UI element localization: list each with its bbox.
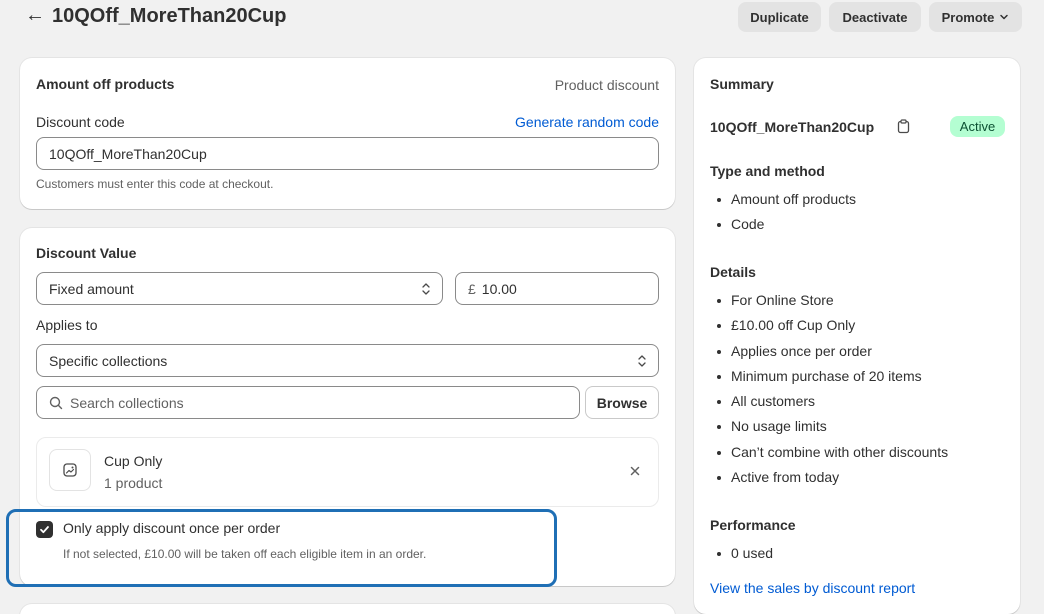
deactivate-button[interactable]: Deactivate [829,2,921,32]
discount-code-label: Discount code [36,114,125,130]
search-placeholder: Search collections [70,394,184,411]
type-method-heading: Type and method [710,163,825,179]
summary-code: 10QOff_MoreThan20Cup [710,119,875,135]
card-title: Amount off products [36,76,175,92]
select-arrows-icon [422,283,430,295]
chevron-down-icon [1000,14,1009,20]
discount-amount-value: 10.00 [481,280,517,297]
image-placeholder-icon [63,463,77,477]
promote-label: Promote [941,9,995,25]
summary-title: Summary [710,76,774,92]
search-icon [49,396,63,409]
next-section-card [20,604,675,614]
page-header: ← 10QOff_MoreThan20Cup Duplicate Deactiv… [0,0,1044,34]
list-item: Can’t combine with other discounts [717,440,948,465]
back-arrow-icon[interactable]: ← [25,4,45,27]
discount-amount-input[interactable]: £ 10.00 [455,272,659,305]
list-item: Minimum purchase of 20 items [717,364,948,389]
duplicate-button[interactable]: Duplicate [738,2,821,32]
list-item: 0 used [717,541,773,566]
collection-product-count: 1 product [104,475,163,491]
value-type-select[interactable]: Fixed amount [36,272,443,305]
applies-to-selected: Specific collections [49,352,168,369]
currency-symbol: £ [468,280,476,297]
collection-name: Cup Only [104,453,163,469]
list-item: Applies once per order [717,339,948,364]
value-type-selected: Fixed amount [49,280,134,297]
performance-list: 0 used [717,541,773,566]
list-item: No usage limits [717,414,948,439]
type-method-list: Amount off products Code [717,187,856,238]
list-item: Amount off products [717,187,856,212]
selected-collection-row: Cup Only 1 product [36,437,659,507]
list-item: £10.00 off Cup Only [717,313,948,338]
list-item: For Online Store [717,288,948,313]
list-item: Code [717,212,856,237]
list-item: Active from today [717,465,948,490]
card-title: Discount Value [36,245,137,261]
list-item: All customers [717,389,948,414]
page-title: 10QOff_MoreThan20Cup [52,5,287,27]
promote-button[interactable]: Promote [929,2,1022,32]
search-collections-input[interactable]: Search collections [36,386,580,419]
discount-code-input[interactable]: 10QOff_MoreThan20Cup [36,137,659,170]
discount-code-card: Amount off products Product discount Dis… [20,58,675,209]
details-list: For Online Store £10.00 off Cup Only App… [717,288,948,490]
generate-random-code-link[interactable]: Generate random code [515,114,659,130]
applies-to-label: Applies to [36,317,98,333]
select-arrows-icon [638,355,646,367]
details-heading: Details [710,264,756,280]
applies-to-select[interactable]: Specific collections [36,344,659,377]
remove-collection-icon[interactable] [630,466,640,476]
discount-code-help: Customers must enter this code at checko… [36,177,274,191]
collection-thumbnail [49,449,91,491]
sales-report-link[interactable]: View the sales by discount report [710,580,915,596]
highlight-outline [6,509,557,587]
browse-button[interactable]: Browse [585,386,659,419]
copy-icon[interactable] [897,119,910,134]
discount-type-label: Product discount [554,77,659,93]
performance-heading: Performance [710,517,796,533]
status-badge: Active [950,116,1005,137]
